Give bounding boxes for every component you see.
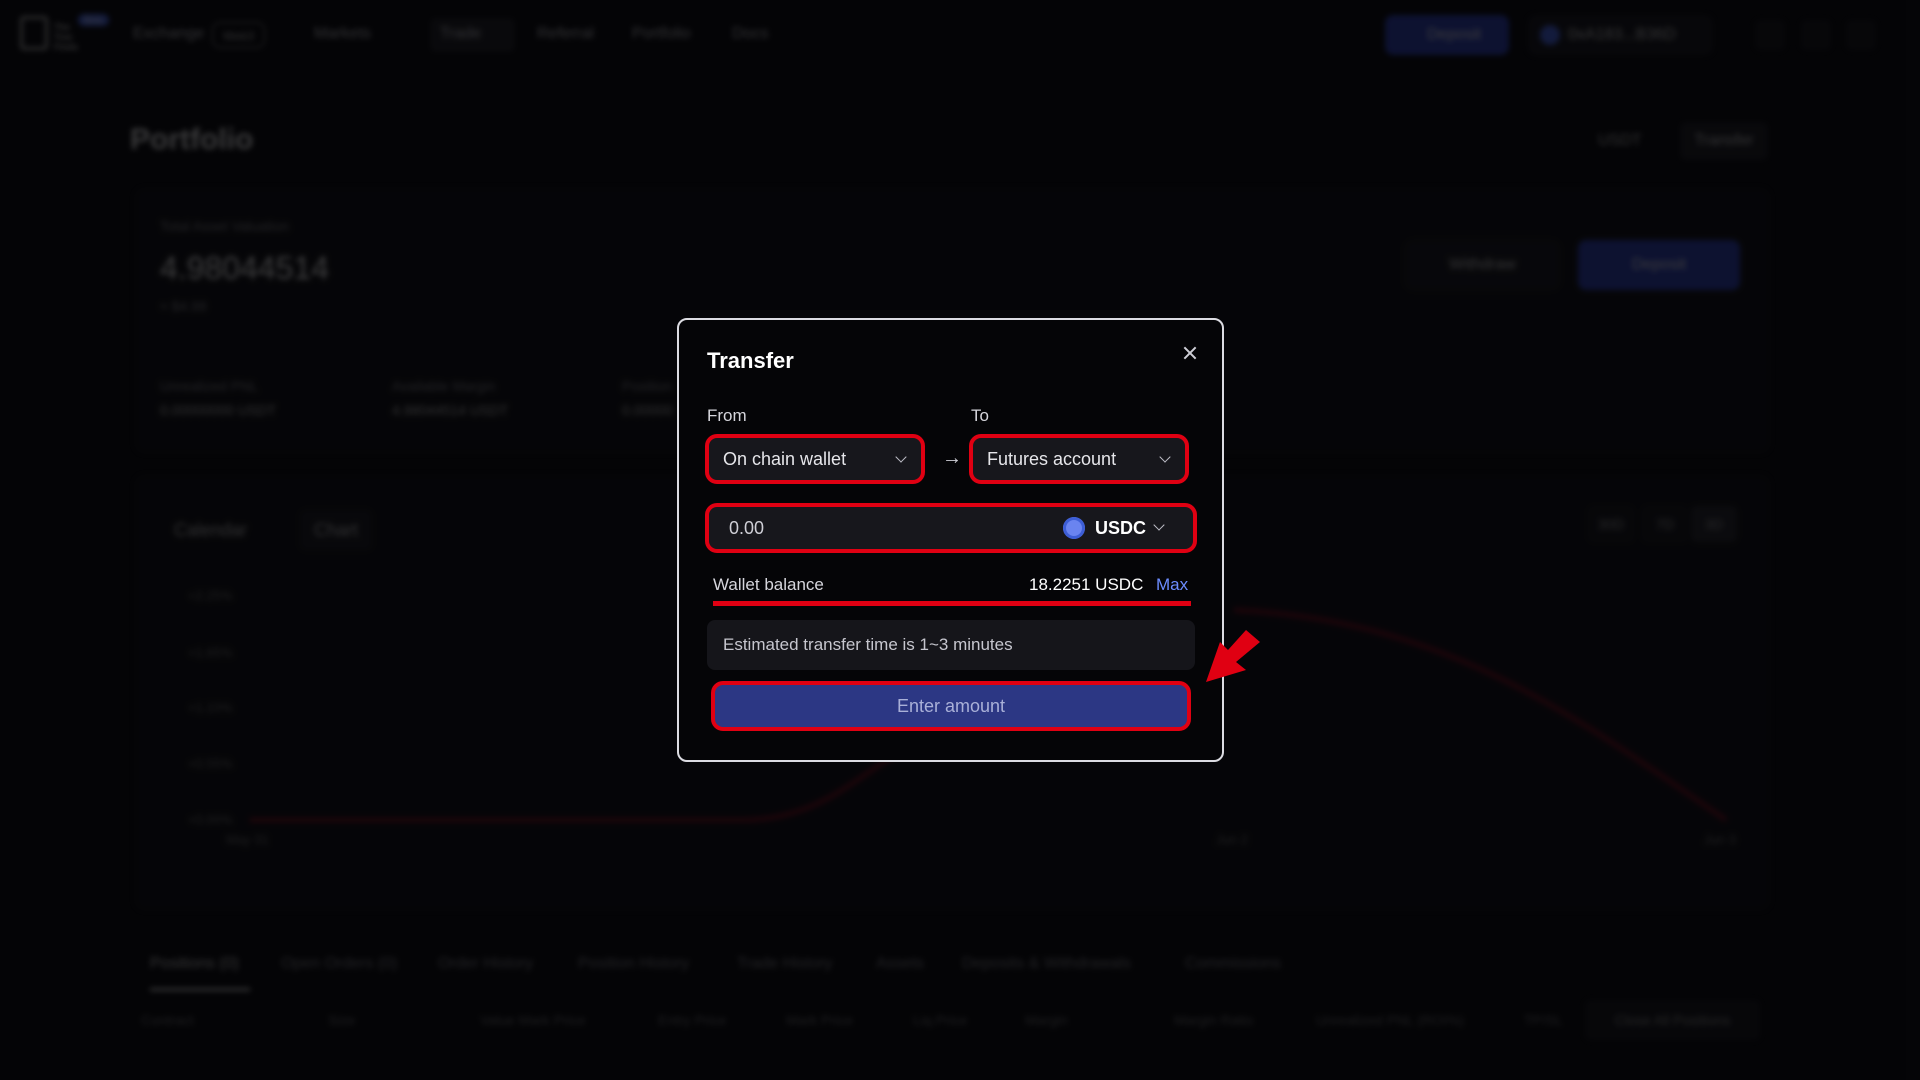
amount-field: USDC: [707, 505, 1195, 551]
arrow-right-icon: →: [942, 447, 962, 469]
to-account-value: Futures account: [987, 449, 1117, 469]
enter-amount-button[interactable]: Enter amount: [715, 685, 1187, 727]
transfer-modal: Transfer From To On chain wallet → Futur…: [677, 318, 1224, 762]
chevron-down-icon: [1153, 519, 1165, 531]
from-account-value: On chain wallet: [723, 449, 847, 469]
to-account-select[interactable]: Futures account: [971, 436, 1187, 482]
transfer-time-info: Estimated transfer time is 1~3 minutes: [707, 620, 1195, 670]
chevron-down-icon: [895, 451, 907, 463]
modal-title: Transfer: [707, 348, 794, 373]
from-label: From: [707, 406, 747, 425]
chevron-down-icon: [1159, 451, 1171, 463]
close-icon[interactable]: [1177, 340, 1203, 366]
token-label: USDC: [1095, 518, 1147, 538]
wallet-balance-value: 18.2251 USDC: [1029, 575, 1144, 594]
highlight-balance: [713, 601, 1191, 606]
token-select[interactable]: USDC: [1063, 505, 1183, 551]
from-account-select[interactable]: On chain wallet: [707, 436, 923, 482]
amount-input[interactable]: [707, 505, 1037, 551]
wallet-balance-label: Wallet balance: [713, 575, 824, 594]
to-label: To: [971, 406, 989, 425]
usdc-icon: [1063, 517, 1085, 539]
max-button[interactable]: Max: [1156, 575, 1188, 595]
